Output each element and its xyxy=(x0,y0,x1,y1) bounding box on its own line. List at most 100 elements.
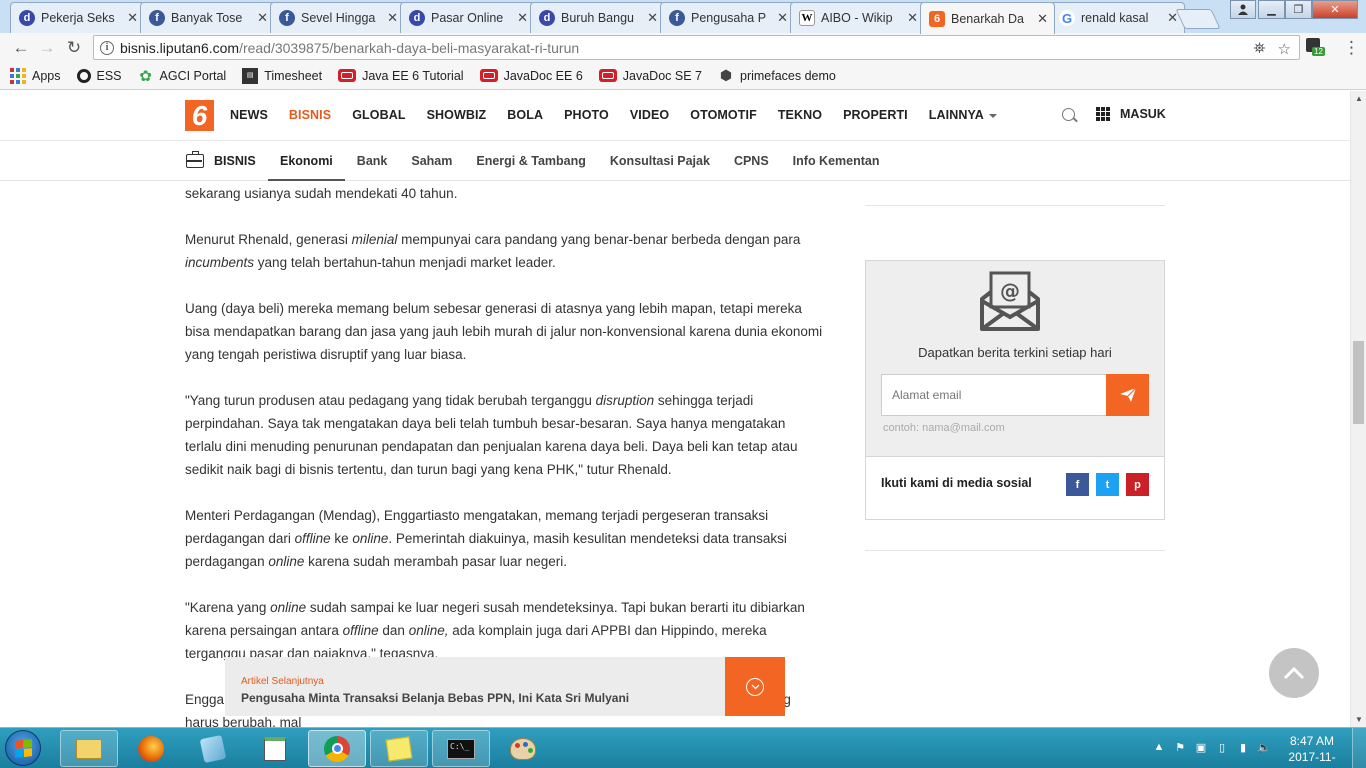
scroll-down-icon[interactable]: ▼ xyxy=(1355,715,1363,724)
extension-button[interactable]: 12 xyxy=(1306,38,1325,56)
close-tab-icon[interactable]: ✕ xyxy=(517,10,528,26)
device-icon[interactable]: ▣ xyxy=(1194,740,1208,754)
bookmark-item[interactable]: JavaDoc EE 6 xyxy=(479,69,583,83)
apps-grid-icon[interactable] xyxy=(1096,107,1110,121)
browser-tab[interactable]: 6 Benarkah Da ✕ xyxy=(920,2,1055,34)
start-button[interactable] xyxy=(5,730,41,766)
network-flag-icon[interactable]: ⚑ xyxy=(1173,740,1187,754)
nav-item-otomotif[interactable]: OTOMOTIF xyxy=(690,108,757,122)
translate-icon[interactable]: ⛯ xyxy=(1254,40,1266,58)
forward-button[interactable]: → xyxy=(36,37,58,59)
subnav-item[interactable]: Konsultasi Pajak xyxy=(598,142,722,181)
nav-item-news[interactable]: NEWS xyxy=(230,108,268,122)
browser-tab[interactable]: f Banyak Tose ✕ xyxy=(140,2,275,33)
taskbar-app-button[interactable] xyxy=(184,730,242,767)
maximize-button[interactable]: ❐ xyxy=(1285,0,1312,19)
bookmark-item[interactable]: ⬢ primefaces demo xyxy=(718,67,836,84)
subnav-item[interactable]: CPNS xyxy=(722,142,781,181)
bookmark-item[interactable]: Java EE 6 Tutorial xyxy=(338,69,464,83)
close-tab-icon[interactable]: ✕ xyxy=(387,10,398,26)
scrollbar-thumb[interactable] xyxy=(1353,341,1364,424)
nav-item-showbiz[interactable]: SHOWBIZ xyxy=(427,108,487,122)
browser-tab[interactable]: d Pasar Online ✕ xyxy=(400,2,535,33)
subscribe-button[interactable] xyxy=(1106,374,1149,416)
show-hidden-icons-icon[interactable]: ▲ xyxy=(1152,740,1166,754)
browser-tab[interactable]: f Pengusaha P ✕ xyxy=(660,2,795,33)
subnav-item[interactable]: Energi & Tambang xyxy=(464,142,598,181)
browser-tab[interactable]: W AIBO - Wikip ✕ xyxy=(790,2,925,33)
back-arrow-icon: ← xyxy=(12,38,30,57)
taskbar-app-button[interactable] xyxy=(60,730,118,767)
subnav-item[interactable]: Info Kementan xyxy=(781,142,892,181)
nav-item-photo[interactable]: PHOTO xyxy=(564,108,609,122)
social-label: Ikuti kami di media sosial xyxy=(881,476,1032,490)
pinterest-button[interactable]: p xyxy=(1126,473,1149,496)
browser-tab[interactable]: d Pekerja Seks ✕ xyxy=(10,2,145,33)
show-desktop-button[interactable] xyxy=(1352,728,1366,768)
login-link[interactable]: MASUK xyxy=(1120,107,1166,121)
email-input[interactable] xyxy=(881,374,1107,416)
volume-icon[interactable]: 🔈 xyxy=(1257,740,1271,754)
taskbar-app-button[interactable] xyxy=(246,730,304,767)
twitter-button[interactable]: t xyxy=(1096,473,1119,496)
bookmark-item[interactable]: ▤ Timesheet xyxy=(242,67,322,84)
nav-item-label: PROPERTI xyxy=(843,108,908,122)
nav-item-global[interactable]: GLOBAL xyxy=(352,108,405,122)
site-info-icon[interactable]: i xyxy=(100,40,114,55)
taskbar-app-button[interactable] xyxy=(370,730,428,767)
text-segment: ke xyxy=(330,531,353,546)
next-article-title[interactable]: Pengusaha Minta Transaksi Belanja Bebas … xyxy=(241,691,629,705)
network-icon[interactable]: ▮ xyxy=(1236,740,1250,754)
close-tab-icon[interactable]: ✕ xyxy=(257,10,268,26)
nav-item-lainnya[interactable]: LAINNYA xyxy=(929,108,997,122)
minimize-button[interactable]: ▁ xyxy=(1258,0,1285,19)
browser-tab[interactable]: f Sevel Hingga ✕ xyxy=(270,2,405,33)
nav-item-properti[interactable]: PROPERTI xyxy=(843,108,908,122)
next-article-button[interactable] xyxy=(725,657,785,716)
close-window-button[interactable]: ✕ xyxy=(1312,0,1358,19)
battery-icon[interactable]: ▯ xyxy=(1215,740,1229,754)
browser-tab[interactable]: d Buruh Bangu ✕ xyxy=(530,2,665,33)
bookmark-label: primefaces demo xyxy=(740,68,836,83)
clock[interactable]: 8:47 AM 2017-11-02 xyxy=(1282,733,1342,768)
subnav-item[interactable]: Ekonomi xyxy=(268,142,345,181)
scroll-to-top-button[interactable] xyxy=(1269,648,1319,698)
nav-item-video[interactable]: VIDEO xyxy=(630,108,669,122)
nav-item-bola[interactable]: BOLA xyxy=(507,108,543,122)
taskbar-app-button[interactable]: C:\_ xyxy=(432,730,490,767)
taskbar-app-button[interactable] xyxy=(494,730,552,767)
bookmark-item[interactable]: Apps xyxy=(10,67,61,84)
close-tab-icon[interactable]: ✕ xyxy=(127,10,138,26)
subnav-item[interactable]: Saham xyxy=(399,142,464,181)
page-scrollbar[interactable]: ▲ ▼ xyxy=(1350,91,1366,727)
section-title[interactable]: BISNIS xyxy=(214,154,256,168)
close-tab-icon[interactable]: ✕ xyxy=(1037,11,1048,27)
liputan6-logo[interactable]: 6 xyxy=(185,100,214,131)
taskbar-app-button[interactable] xyxy=(122,730,180,767)
bookmark-item[interactable]: ESS xyxy=(76,68,122,83)
subnav-item[interactable]: Bank xyxy=(345,142,400,181)
article-paragraph: Menteri Perdagangan (Mendag), Enggartias… xyxy=(185,504,825,573)
browser-tab[interactable]: Grenald kasal ✕ xyxy=(1050,2,1185,33)
facebook-button[interactable]: f xyxy=(1066,473,1089,496)
bookmark-label: Apps xyxy=(32,68,61,83)
address-bar[interactable]: i bisnis.liputan6.com/read/3039875/benar… xyxy=(93,35,1300,60)
close-tab-icon[interactable]: ✕ xyxy=(777,10,788,26)
browser-menu-button[interactable]: ⋮ xyxy=(1343,38,1360,58)
system-tray: ▲ ⚑ ▣ ▯ ▮ 🔈 xyxy=(1152,740,1271,754)
nav-item-tekno[interactable]: TEKNO xyxy=(778,108,822,122)
search-icon[interactable] xyxy=(1062,107,1075,121)
taskbar-app-button[interactable] xyxy=(308,730,366,767)
scroll-up-icon[interactable]: ▲ xyxy=(1355,94,1363,103)
close-tab-icon[interactable]: ✕ xyxy=(907,10,918,26)
back-button[interactable]: ← xyxy=(10,37,32,59)
bookmark-star-icon[interactable]: ☆ xyxy=(1278,40,1291,58)
reload-button[interactable]: ↻ xyxy=(63,37,85,59)
close-tab-icon[interactable]: ✕ xyxy=(647,10,658,26)
fb-favicon-icon: f xyxy=(279,10,295,26)
nav-item-bisnis[interactable]: BISNIS xyxy=(289,108,331,122)
profile-button[interactable] xyxy=(1230,0,1256,19)
next-article-bar[interactable]: Artikel Selanjutnya Pengusaha Minta Tran… xyxy=(225,657,785,716)
bookmark-item[interactable]: ✿ AGCI Portal xyxy=(138,68,226,85)
bookmark-item[interactable]: JavaDoc SE 7 xyxy=(598,69,702,83)
